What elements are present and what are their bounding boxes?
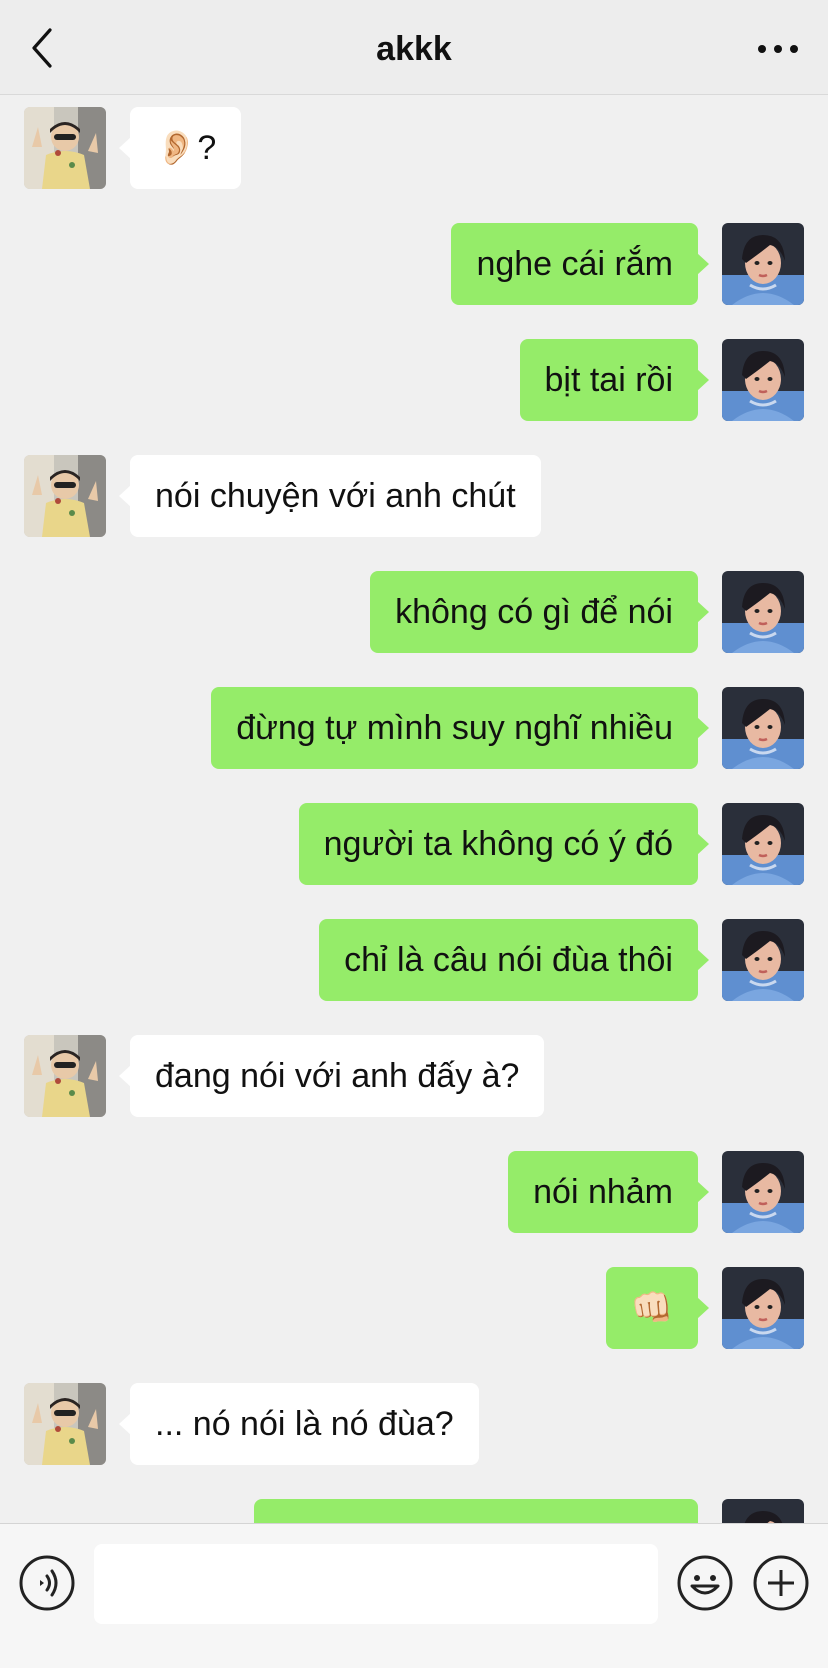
contact-avatar[interactable] [24,1383,106,1465]
my-avatar-image [722,223,804,305]
outgoing-message-bubble[interactable] [254,1499,698,1523]
outgoing-message-row: nghe cái rắm [0,223,828,305]
outgoing-message-row: 👊🏻 [0,1267,828,1349]
composer-bar [0,1523,828,1668]
outgoing-message-bubble[interactable]: không có gì để nói [370,571,709,653]
outgoing-message-row: đừng tự mình suy nghĩ nhiều [0,687,828,769]
incoming-message-row: ... nó nói là nó đùa? [0,1383,828,1465]
my-avatar[interactable] [722,223,804,305]
my-avatar[interactable] [722,1499,804,1523]
my-avatar-image [722,919,804,1001]
incoming-message-bubble[interactable]: đang nói với anh đấy à? [118,1035,545,1117]
my-avatar[interactable] [722,919,804,1001]
incoming-message-row: 👂🏻? [0,107,828,189]
my-avatar-image [722,339,804,421]
my-avatar[interactable] [722,1267,804,1349]
message-list[interactable]: 👂🏻? nghe cái rắm bịt tai rồi nói chuyện … [0,95,828,1523]
emoji-smile-icon [677,1555,733,1611]
my-avatar-image [722,1499,804,1523]
plus-circle-icon [753,1555,809,1611]
incoming-message-row: đang nói với anh đấy à? [0,1035,828,1117]
my-avatar-image [722,571,804,653]
outgoing-message-row: chỉ là câu nói đùa thôi [0,919,828,1001]
my-avatar[interactable] [722,803,804,885]
my-avatar[interactable] [722,571,804,653]
incoming-message-row: nói chuyện với anh chút [0,455,828,537]
my-avatar[interactable] [722,1151,804,1233]
voice-input-icon [19,1555,75,1611]
emoji-button[interactable] [676,1554,734,1612]
outgoing-message-bubble[interactable]: bịt tai rồi [519,339,709,421]
more-horizontal-icon [758,45,798,53]
top-bar: akkk [0,0,828,95]
contact-avatar-image [24,107,106,189]
my-avatar[interactable] [722,339,804,421]
contact-avatar-image [24,455,106,537]
voice-button[interactable] [18,1554,76,1612]
outgoing-message-row: nói nhảm [0,1151,828,1233]
my-avatar-image [722,687,804,769]
outgoing-message-bubble[interactable]: nói nhảm [508,1151,709,1233]
contact-avatar[interactable] [24,1035,106,1117]
my-avatar-image [722,1151,804,1233]
outgoing-message-row: người ta không có ý đó [0,803,828,885]
incoming-message-bubble[interactable]: ... nó nói là nó đùa? [119,1383,479,1465]
outgoing-message-bubble[interactable]: người ta không có ý đó [298,803,710,885]
message-input[interactable] [94,1544,658,1624]
my-avatar-image [722,803,804,885]
outgoing-message-row: bịt tai rồi [0,339,828,421]
outgoing-message-bubble[interactable]: đừng tự mình suy nghĩ nhiều [211,687,709,769]
outgoing-message-row [0,1499,828,1523]
my-avatar-image [722,1267,804,1349]
outgoing-message-bubble[interactable]: 👊🏻 [605,1267,710,1349]
my-avatar[interactable] [722,687,804,769]
contact-avatar[interactable] [24,455,106,537]
outgoing-message-row: không có gì để nói [0,571,828,653]
outgoing-message-bubble[interactable]: nghe cái rắm [451,223,709,305]
chat-title: akkk [376,30,452,68]
incoming-message-bubble[interactable]: 👂🏻? [118,107,242,189]
incoming-message-bubble[interactable]: nói chuyện với anh chút [119,455,541,537]
more-functions-button[interactable] [752,1554,810,1612]
outgoing-message-bubble[interactable]: chỉ là câu nói đùa thôi [319,919,709,1001]
contact-avatar[interactable] [24,107,106,189]
contact-avatar-image [24,1035,106,1117]
more-options-button[interactable] [756,34,800,64]
contact-avatar-image [24,1383,106,1465]
